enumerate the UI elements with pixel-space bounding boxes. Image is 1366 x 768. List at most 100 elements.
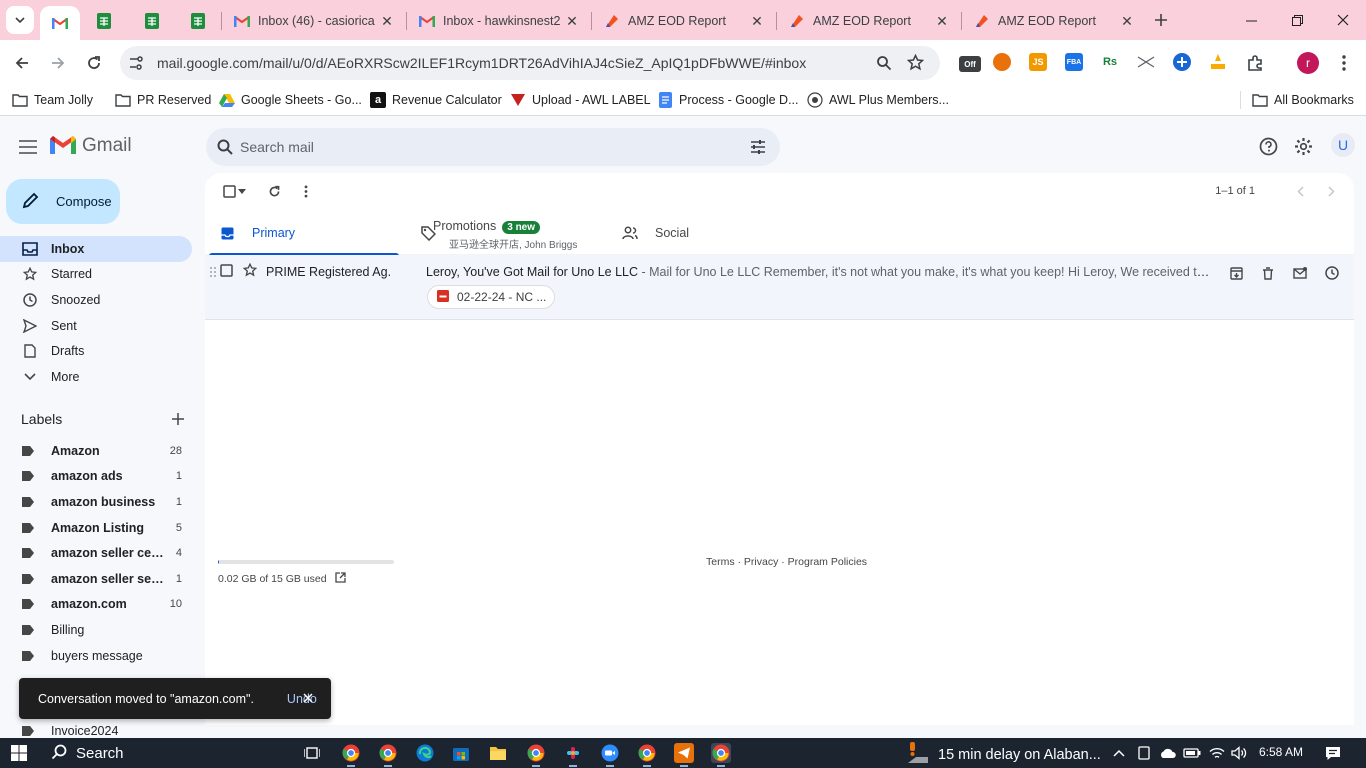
tab-close-button[interactable]: ✕ — [748, 12, 766, 30]
nav-item-inbox[interactable]: Inbox — [0, 236, 192, 262]
minimize-button[interactable] — [1228, 0, 1274, 40]
bookmark-upload-awl-label[interactable]: Upload - AWL LABEL — [510, 92, 651, 108]
tab-primary[interactable]: Primary — [205, 211, 399, 256]
label-item-amazon-com[interactable]: amazon.com 10 — [0, 591, 192, 617]
tab-search-button[interactable] — [6, 6, 34, 34]
label-item-amazon-seller-central[interactable]: amazon seller cent... 4 — [0, 540, 192, 566]
extension-js-icon[interactable]: JS — [1029, 53, 1047, 71]
task-view-button[interactable] — [302, 743, 322, 763]
browser-tab-inbox-casiorica[interactable]: Inbox (46) - casiorica ✕ — [222, 6, 406, 36]
taskbar-zoom[interactable] — [600, 743, 620, 767]
label-item-amazon-seller-services[interactable]: amazon seller servi... 1 — [0, 566, 192, 592]
notification-center-icon[interactable] — [1324, 744, 1342, 762]
browser-tab-sheets-1[interactable] — [86, 6, 126, 36]
bookmark-pr-reserved[interactable]: PR Reserved — [115, 92, 211, 108]
label-item-amazon-ads[interactable]: amazon ads 1 — [0, 463, 192, 489]
search-bar[interactable]: Search mail — [206, 128, 780, 166]
bookmark-process-google-doc[interactable]: Process - Google D... — [657, 92, 799, 108]
browser-tab-inbox-hawkinsnest[interactable]: Inbox - hawkinsnest2 ✕ — [407, 6, 591, 36]
taskbar-clock[interactable]: 6:58 AM — [1259, 745, 1303, 759]
new-tab-button[interactable] — [1147, 6, 1175, 34]
reload-button[interactable] — [80, 49, 108, 77]
taskbar-telegram[interactable] — [674, 743, 694, 767]
profile-avatar[interactable]: r — [1297, 52, 1319, 74]
account-avatar[interactable]: U — [1331, 133, 1355, 157]
tab-close-button[interactable]: ✕ — [563, 12, 581, 30]
main-menu-button[interactable] — [14, 133, 42, 161]
gmail-logo[interactable]: Gmail — [50, 135, 132, 157]
mail-row[interactable]: PRIME Registered Ag. Leroy, You've Got M… — [205, 255, 1354, 320]
label-item-billing[interactable]: Billing — [0, 617, 192, 643]
bookmark-star-icon[interactable] — [906, 53, 925, 74]
compose-button[interactable]: Compose — [6, 179, 120, 224]
battery-icon[interactable] — [1183, 744, 1201, 762]
taskbar-search[interactable]: Search — [41, 741, 291, 765]
bookmark-google-sheets[interactable]: Google Sheets - Go... — [219, 92, 362, 108]
volume-icon[interactable] — [1230, 744, 1248, 762]
browser-tab-amz-eod-3[interactable]: AMZ EOD Report ✕ — [962, 6, 1146, 36]
taskbar-file-explorer[interactable] — [488, 743, 508, 763]
browser-tab-amz-eod-2[interactable]: AMZ EOD Report ✕ — [777, 6, 961, 36]
browser-tab-sheets-3[interactable] — [178, 6, 218, 36]
extensions-button[interactable] — [1241, 49, 1269, 77]
taskbar-chrome-2[interactable] — [378, 743, 398, 767]
create-label-button[interactable] — [168, 409, 188, 429]
tab-close-button[interactable]: ✕ — [933, 12, 951, 30]
nav-item-more[interactable]: More — [0, 364, 192, 390]
extension-rs-icon[interactable]: Rs — [1101, 53, 1119, 71]
footer-links[interactable]: Terms · Privacy · Program Policies — [706, 556, 867, 568]
restore-button[interactable] — [1274, 0, 1320, 40]
taskbar-news-widget[interactable]: 15 min delay on Alaban... — [906, 742, 1101, 768]
tab-social[interactable]: Social — [608, 211, 805, 255]
address-bar[interactable]: mail.google.com/mail/u/0/d/AEoRXRScw2ILE… — [120, 46, 940, 80]
label-item-buyers-message[interactable]: buyers message — [0, 643, 192, 669]
attachment-chip[interactable]: 02-22-24 - NC ... — [427, 285, 555, 309]
bookmark-awl-plus-members[interactable]: AWL Plus Members... — [807, 92, 949, 108]
nav-item-drafts[interactable]: Drafts — [0, 338, 192, 364]
support-button[interactable] — [1255, 133, 1281, 159]
taskbar-store[interactable] — [451, 743, 471, 763]
tab-close-button[interactable]: ✕ — [378, 12, 396, 30]
browser-tab-amz-eod-1[interactable]: AMZ EOD Report ✕ — [592, 6, 776, 36]
extension-blue-circle-icon[interactable] — [1173, 53, 1191, 71]
select-dropdown-button[interactable] — [236, 181, 248, 201]
back-button[interactable] — [8, 49, 36, 77]
delete-button[interactable] — [1258, 263, 1278, 283]
star-icon[interactable] — [242, 262, 258, 280]
settings-button[interactable] — [1290, 133, 1316, 159]
zoom-search-icon[interactable] — [876, 55, 892, 74]
extension-orange-icon[interactable] — [993, 53, 1011, 71]
forward-button[interactable] — [44, 49, 72, 77]
wifi-icon[interactable] — [1208, 744, 1226, 762]
search-input[interactable]: Search mail — [240, 139, 314, 155]
browser-tab-sheets-2[interactable] — [132, 6, 172, 36]
bookmark-team-jolly[interactable]: Team Jolly — [12, 92, 93, 108]
open-external-icon[interactable] — [334, 572, 346, 586]
tab-promotions[interactable]: Promotions 3 new 亚马逊全球开店, John Briggs — [406, 211, 609, 255]
extension-fba-icon[interactable]: FBA — [1065, 53, 1083, 71]
dismiss-toast-button[interactable] — [299, 689, 317, 707]
extension-off-icon[interactable]: Off — [959, 56, 981, 72]
label-item-amazon-business[interactable]: amazon business 1 — [0, 489, 192, 515]
nav-item-snoozed[interactable]: Snoozed — [0, 287, 192, 313]
taskbar-chrome-3[interactable] — [526, 743, 546, 767]
search-icon[interactable] — [217, 139, 233, 158]
onedrive-icon[interactable] — [1158, 744, 1178, 762]
taskbar-slack[interactable] — [563, 743, 583, 767]
extension-ascout-icon[interactable] — [1209, 53, 1227, 71]
taskbar-chrome-1[interactable] — [341, 743, 361, 767]
close-window-button[interactable] — [1320, 0, 1366, 40]
tab-close-button[interactable]: ✕ — [1118, 12, 1136, 30]
windows-start-button[interactable] — [9, 743, 29, 763]
newer-page-button[interactable] — [1290, 181, 1310, 201]
browser-tab-gmail-active[interactable] — [40, 6, 80, 40]
extension-scissors-icon[interactable] — [1137, 53, 1155, 71]
row-checkbox[interactable] — [220, 264, 233, 280]
tray-chevron-icon[interactable] — [1110, 744, 1128, 762]
more-actions-button[interactable] — [296, 181, 316, 201]
refresh-button[interactable] — [264, 181, 284, 201]
bookmark-revenue-calculator[interactable]: a Revenue Calculator — [370, 92, 502, 108]
taskbar-edge[interactable] — [415, 743, 435, 763]
nav-item-sent[interactable]: Sent — [0, 313, 192, 339]
mark-unread-button[interactable] — [1290, 263, 1310, 283]
